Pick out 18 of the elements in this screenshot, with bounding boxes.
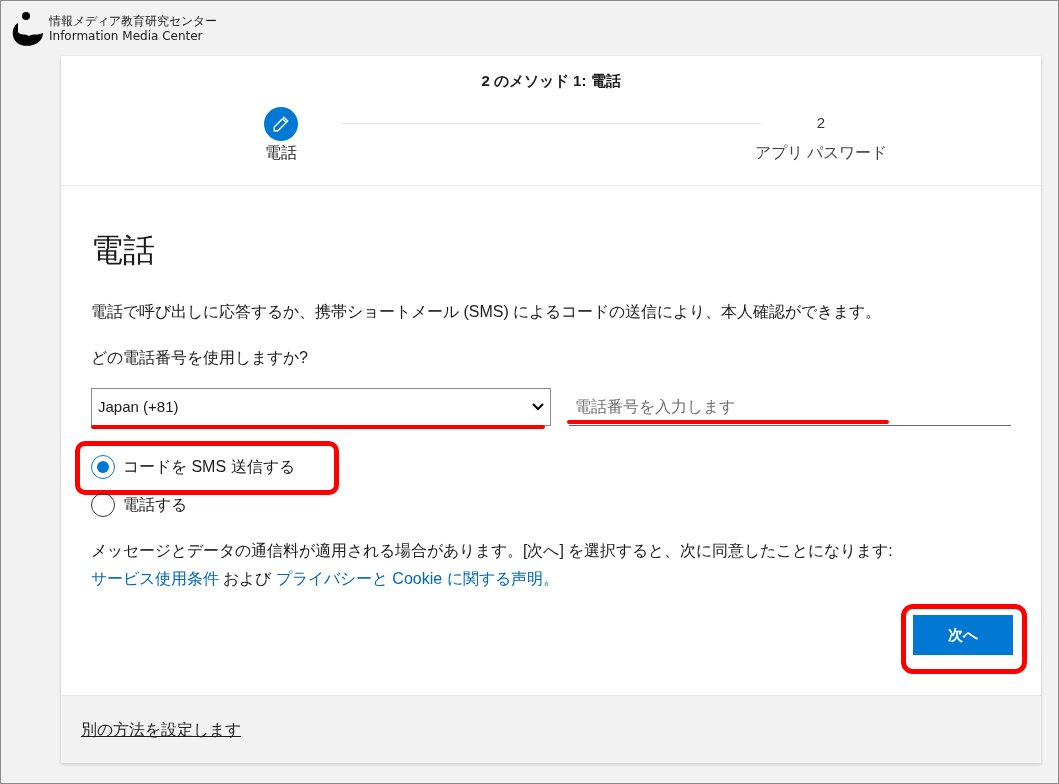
alternate-method-link[interactable]: 別の方法を設定します	[81, 717, 241, 742]
org-name-japanese: 情報メディア教育研究センター	[49, 13, 217, 29]
step-number: 2	[816, 113, 826, 134]
chevron-down-icon	[532, 403, 544, 411]
notice-link[interactable]: プライバシーと Cookie に関する声明。	[275, 570, 559, 587]
next-button[interactable]: 次へ	[913, 615, 1013, 655]
section-heading: 電話	[91, 231, 156, 270]
org-name-english: Information Media Center	[49, 28, 204, 44]
radio-option[interactable]: コードを SMS 送信する	[91, 451, 295, 483]
description-text: 電話で呼び出しに応答するか、携帯ショートメール (SMS) によるコードの送信により、本人確認ができます。	[91, 302, 883, 322]
notice-text: メッセージとデータの通信料が適用される場合があります。[次へ] を選択すると、次に同意したことになります: サービス使用条件 および プライバシーと Cookie に関する声明。	[91, 541, 894, 589]
radio-option[interactable]: 電話する	[91, 489, 187, 521]
question-text: どの電話番号を使用しますか?	[91, 348, 309, 368]
notice-link[interactable]: サービス使用条件	[91, 570, 219, 587]
step-label: アプリ パスワード	[754, 142, 888, 163]
wizard-title: 2 のメソッド 1: 電話	[481, 71, 621, 91]
step-label: 電話	[265, 142, 297, 163]
phone-number-field[interactable]: 電話番号を入力します	[569, 388, 1011, 426]
